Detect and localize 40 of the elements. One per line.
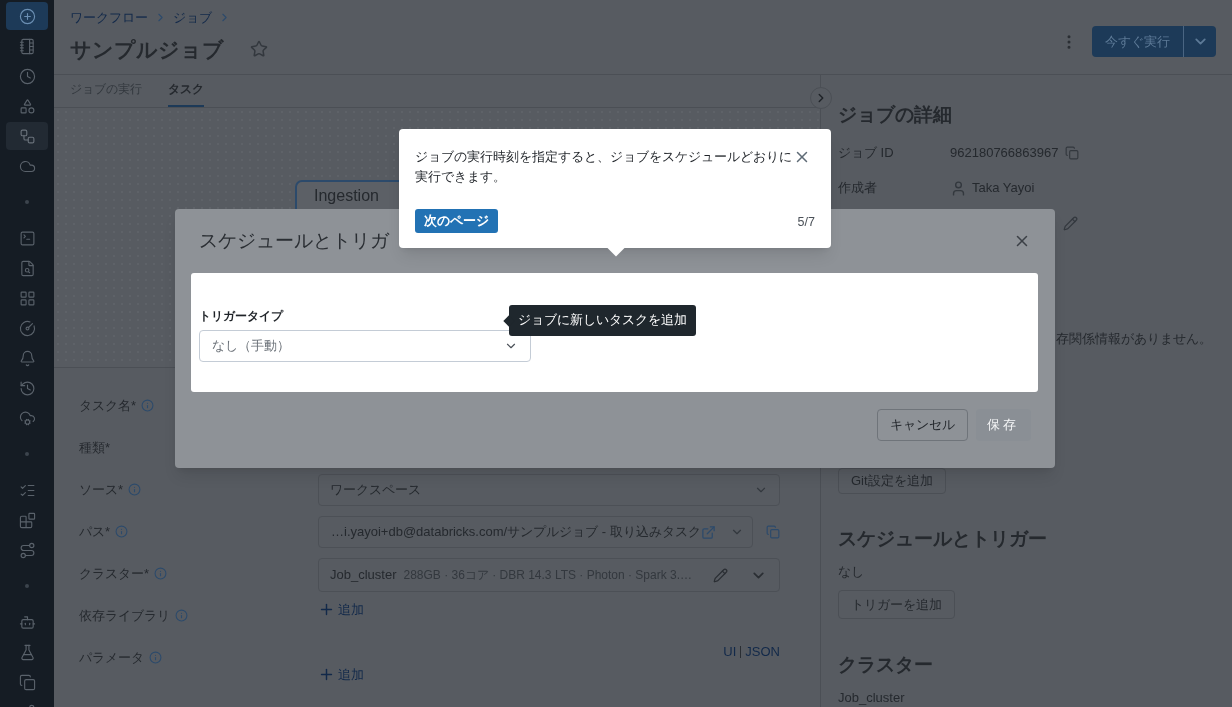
cancel-button[interactable]: キャンセル bbox=[877, 409, 968, 441]
shapes-icon bbox=[18, 97, 36, 115]
star-icon[interactable] bbox=[250, 40, 268, 59]
collapse-button[interactable] bbox=[810, 87, 832, 109]
robot-icon bbox=[18, 613, 36, 631]
clock-icon bbox=[18, 67, 36, 85]
flask-icon bbox=[18, 643, 36, 661]
file-search-icon bbox=[18, 259, 36, 277]
workflow-icon bbox=[18, 127, 36, 145]
copy-icon[interactable] bbox=[766, 525, 780, 539]
route-icon bbox=[18, 541, 36, 559]
sidebar-item[interactable] bbox=[6, 2, 48, 30]
next-page-button[interactable]: 次のページ bbox=[415, 209, 498, 233]
trigger-type-select[interactable]: なし（手動） bbox=[199, 330, 531, 362]
plus-circle-icon bbox=[18, 7, 36, 25]
external-link-icon[interactable] bbox=[700, 524, 716, 540]
field-label: トリガータイプ bbox=[199, 308, 283, 325]
user-icon bbox=[950, 179, 967, 197]
add-link[interactable]: 追加 bbox=[318, 600, 364, 620]
grid-icon bbox=[18, 289, 36, 307]
sidebar-item[interactable] bbox=[6, 122, 48, 150]
blocks-icon bbox=[18, 511, 36, 529]
tour-text: ジョブの実行時刻を指定すると、ジョブをスケジュールどおりに実行できます。 bbox=[415, 149, 793, 186]
dialog-title: スケジュールとトリガ bbox=[199, 229, 389, 253]
bell-icon bbox=[18, 349, 36, 367]
breadcrumb-link[interactable]: ジョブ bbox=[173, 8, 212, 28]
step-counter: 5/7 bbox=[797, 214, 815, 231]
history-icon bbox=[18, 379, 36, 397]
json-link[interactable]: JSON bbox=[745, 642, 780, 662]
pencil-icon[interactable] bbox=[1063, 215, 1078, 231]
pencil-icon[interactable] bbox=[713, 567, 728, 583]
gauge-icon bbox=[18, 319, 36, 337]
cloud-gear-icon bbox=[18, 409, 36, 427]
copy-icon[interactable] bbox=[1065, 146, 1080, 160]
tooltip: ジョブに新しいタスクを追加 bbox=[509, 305, 696, 336]
notebook-icon bbox=[18, 37, 36, 55]
ui-link[interactable]: UI bbox=[723, 642, 737, 662]
terminal-icon bbox=[18, 229, 36, 247]
copy-icon bbox=[18, 673, 36, 691]
add-link[interactable]: 追加 bbox=[318, 664, 364, 684]
